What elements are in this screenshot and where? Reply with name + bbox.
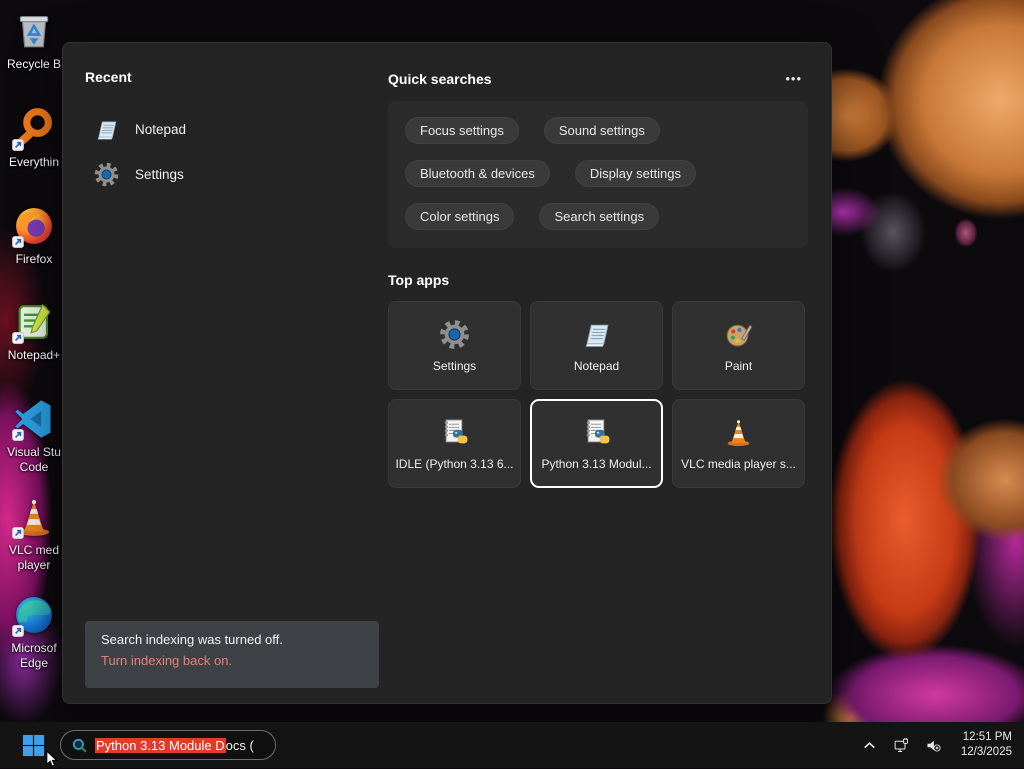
ethernet-display-icon: [893, 737, 910, 754]
quick-searches-box: Focus settings Sound settings Bluetooth …: [388, 101, 808, 248]
desktop-icon-label: Firefox: [15, 252, 53, 266]
recent-item-label: Notepad: [135, 122, 187, 137]
clock-date: 12/3/2025: [960, 746, 1012, 758]
pill-search-settings[interactable]: Search settings: [539, 203, 660, 230]
python-document-icon: [438, 416, 471, 449]
top-app-label: Python 3.13 Modul...: [541, 457, 652, 471]
taskbar: Python 3.13 Module Docs ( 12:51 PM 12/3/…: [0, 722, 1024, 768]
recent-item-label: Settings: [135, 167, 184, 182]
desktop-icon-recycle-bin[interactable]: Recycle B: [1, 8, 67, 72]
desktop-icon-label: Microsof Edge: [11, 641, 57, 670]
shortcut-arrow-icon: [12, 429, 24, 441]
vlc-cone-icon: [722, 416, 755, 449]
notepad-icon: [580, 318, 613, 351]
shortcut-arrow-icon: [12, 332, 24, 344]
python-document-icon: [580, 416, 613, 449]
recent-section: Recent Notepad Settings: [85, 69, 365, 197]
top-app-label: Paint: [724, 359, 753, 373]
indexing-notice-link[interactable]: Turn indexing back on.: [101, 653, 363, 668]
top-apps-title: Top apps: [388, 272, 450, 288]
clock-time: 12:51 PM: [962, 731, 1012, 743]
top-app-paint[interactable]: Paint: [672, 301, 805, 390]
mouse-cursor: [44, 750, 59, 769]
desktop-icon-label: Visual Stu Code: [7, 445, 61, 474]
paint-palette-icon: [722, 318, 755, 351]
volume-muted-icon: [925, 737, 942, 754]
top-app-label: Notepad: [573, 359, 620, 373]
desktop-icon-label: VLC med player: [8, 543, 60, 572]
search-text-selected: Python 3.13 Module D: [95, 737, 226, 753]
notepad-icon: [93, 116, 120, 143]
pill-focus-settings[interactable]: Focus settings: [405, 117, 519, 144]
top-app-vlc[interactable]: VLC media player s...: [672, 399, 805, 488]
shortcut-arrow-icon: [12, 625, 24, 637]
desktop-icon-firefox[interactable]: Firefox: [1, 203, 67, 267]
desktop-icon-vlc[interactable]: VLC med player: [1, 494, 67, 573]
hidden-icons-chevron[interactable]: [857, 732, 883, 758]
quick-searches-title: Quick searches: [388, 70, 492, 87]
top-app-label: IDLE (Python 3.13 6...: [395, 457, 514, 471]
desktop-icon-edge[interactable]: Microsof Edge: [1, 592, 67, 671]
taskbar-search-box[interactable]: Python 3.13 Module Docs (: [60, 730, 276, 760]
indexing-notice-message: Search indexing was turned off.: [101, 632, 283, 647]
search-text-rest: ocs (: [225, 737, 254, 753]
top-apps-grid: Settings Notepad Paint IDLE (Python 3.13…: [388, 301, 808, 488]
pill-bluetooth-devices[interactable]: Bluetooth & devices: [405, 160, 550, 187]
indexing-notice: Search indexing was turned off. Turn ind…: [85, 621, 379, 688]
shortcut-arrow-icon: [12, 139, 24, 151]
desktop-icon-label: Recycle B: [6, 57, 62, 71]
network-tray-button[interactable]: [889, 732, 915, 758]
top-app-settings[interactable]: Settings: [388, 301, 521, 390]
windows-logo-icon: [22, 734, 45, 757]
recycle-bin-icon: [11, 8, 57, 54]
system-tray: 12:51 PM 12/3/2025: [857, 730, 1024, 760]
top-app-label: Settings: [432, 359, 477, 373]
recent-item-settings[interactable]: Settings: [85, 152, 365, 197]
recent-title: Recent: [85, 69, 132, 85]
desktop-icon-label: Everythin: [8, 155, 60, 169]
recent-item-notepad[interactable]: Notepad: [85, 107, 365, 152]
top-app-label: VLC media player s...: [681, 457, 796, 471]
search-flyout-panel: Recent Notepad Settings Quick searches •…: [62, 42, 832, 704]
desktop-icon-vscode[interactable]: Visual Stu Code: [1, 396, 67, 475]
more-options-button[interactable]: •••: [779, 69, 808, 88]
search-icon: [71, 737, 88, 754]
shortcut-arrow-icon: [12, 527, 24, 539]
pill-display-settings[interactable]: Display settings: [574, 160, 696, 187]
chevron-up-icon: [861, 737, 878, 754]
top-app-python-module-docs[interactable]: Python 3.13 Modul...: [530, 399, 663, 488]
desktop-icon-label: Notepad+: [7, 348, 61, 362]
desktop-icon-notepad-plus-plus[interactable]: Notepad+: [1, 299, 67, 363]
shortcut-arrow-icon: [12, 236, 24, 248]
gear-icon: [438, 318, 471, 351]
volume-tray-button[interactable]: [921, 732, 947, 758]
search-box-text: Python 3.13 Module Docs (: [95, 737, 254, 753]
taskbar-clock[interactable]: 12:51 PM 12/3/2025: [961, 730, 1012, 760]
top-app-notepad[interactable]: Notepad: [530, 301, 663, 390]
pill-color-settings[interactable]: Color settings: [405, 203, 515, 230]
gear-icon: [93, 161, 120, 188]
top-app-idle-python[interactable]: IDLE (Python 3.13 6...: [388, 399, 521, 488]
desktop-icon-everything[interactable]: Everythin: [1, 106, 67, 170]
pill-sound-settings[interactable]: Sound settings: [543, 117, 660, 144]
